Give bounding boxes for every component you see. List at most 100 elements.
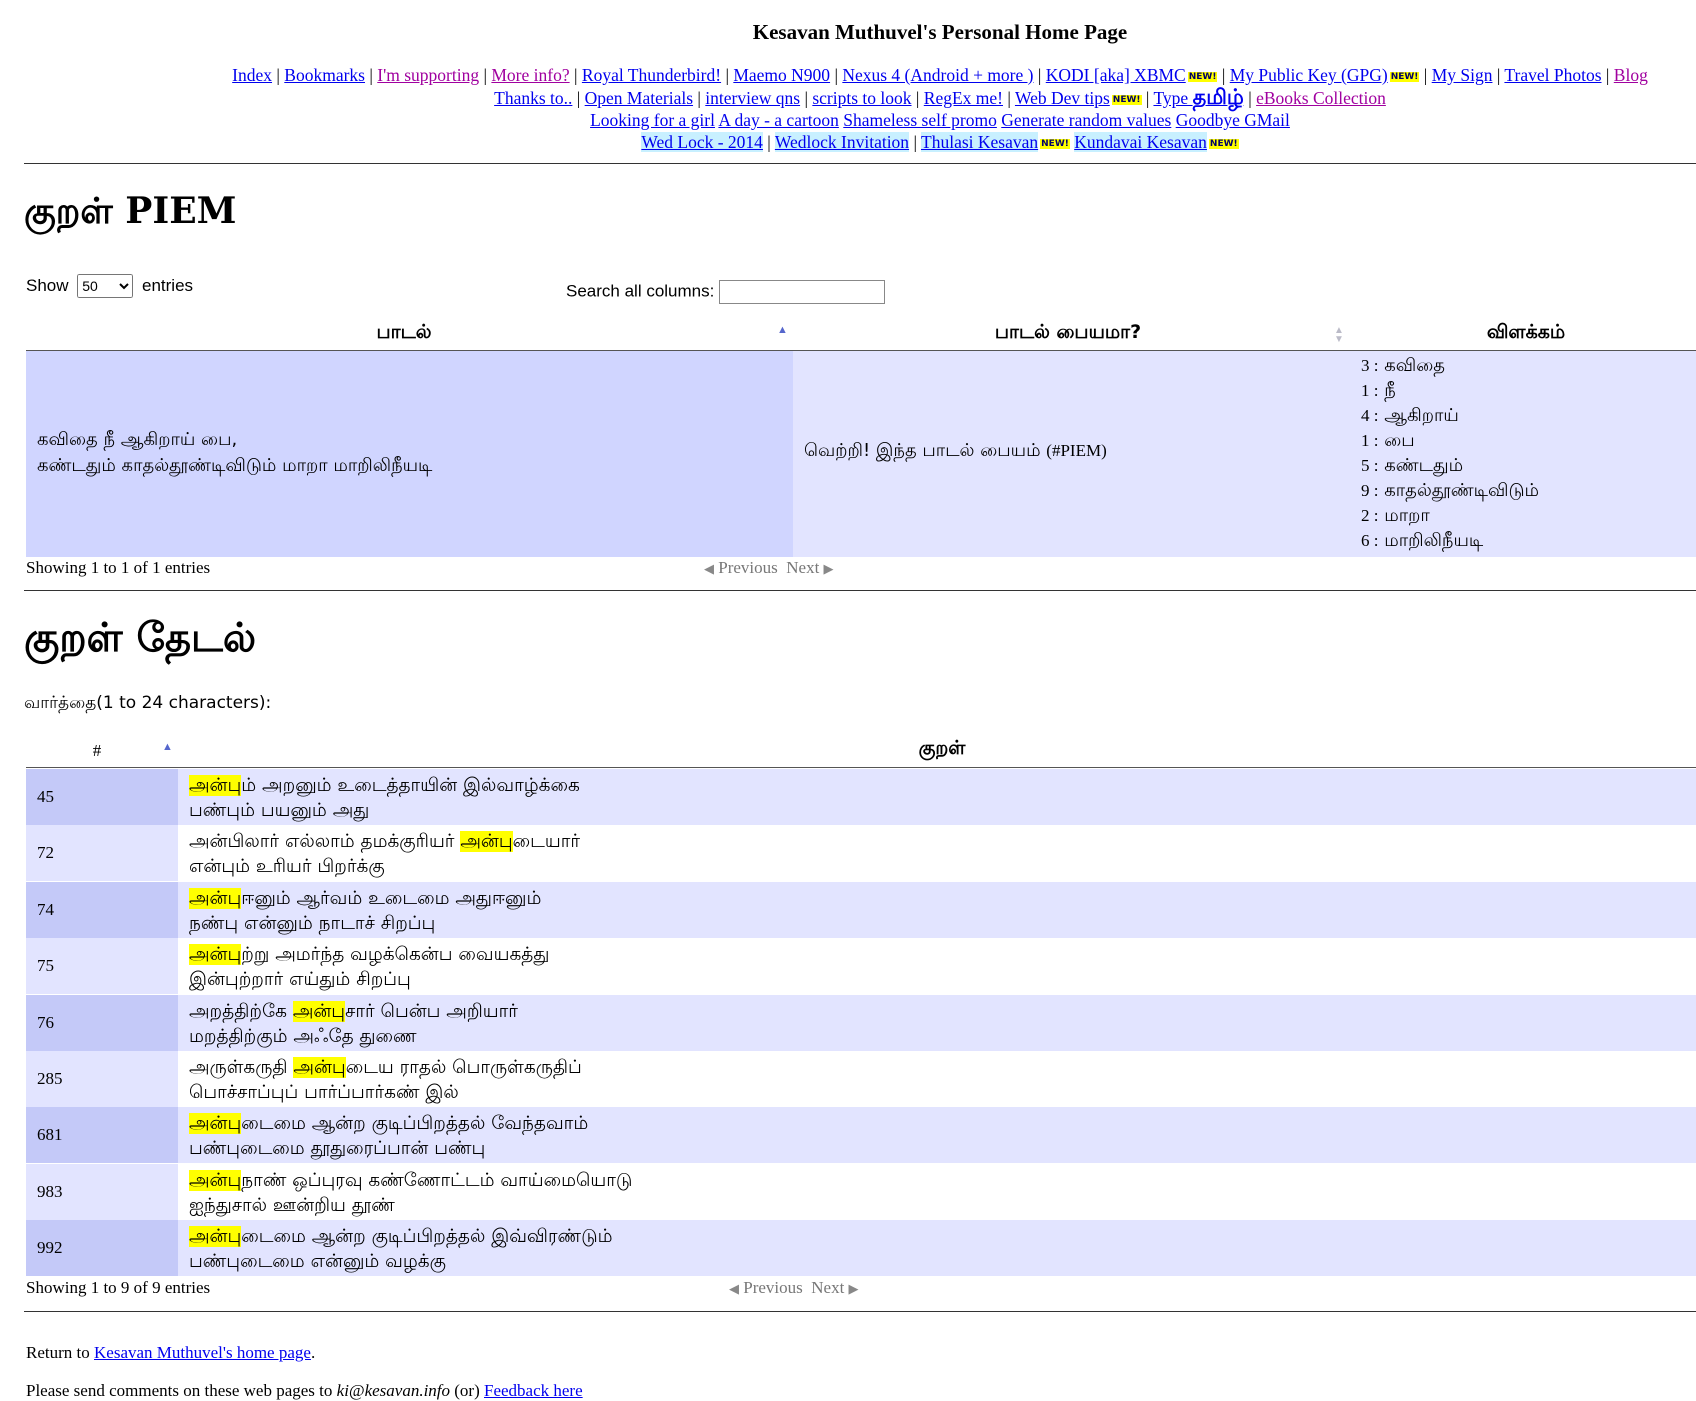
nav-cartoon-link[interactable]: A day - a cartoon <box>718 110 839 130</box>
explain-item: 2 : மாறா <box>1361 503 1696 528</box>
kural-number: 992 <box>26 1220 178 1277</box>
search-all-columns: Search all columns: <box>566 280 886 304</box>
kural-line-1: அன்புடைமை ஆன்ற குடிப்பிறத்தல் வேந்தவாம் <box>189 1113 589 1135</box>
explain-word: பை <box>1384 430 1415 451</box>
previous-arrow-icon[interactable]: ◀ <box>704 561 714 576</box>
table-row: 76 அறத்திற்கே அன்புசார் பென்ப அறியார் மறத்… <box>26 994 1696 1051</box>
piem-previous-button[interactable]: Previous <box>718 558 778 577</box>
divider <box>24 163 1696 164</box>
verse-line-1: கவிதை நீ ஆகிறாய் பை, <box>37 429 238 450</box>
nav-thunderbird-link[interactable]: Royal Thunderbird! <box>582 65 721 85</box>
sort-both-icon[interactable]: ▲ ▼ <box>1334 326 1344 345</box>
explain-item: 4 : ஆகிறாய் <box>1361 403 1696 428</box>
nav-kundavai-link[interactable]: Kundavai Kesavan <box>1074 132 1207 152</box>
kural-line-1: அன்பும் அறனும் உடைத்தாயின் இல்வாழ்க்கை <box>189 775 580 796</box>
nav-random-link[interactable]: Generate random values <box>1001 110 1171 130</box>
col-header-number[interactable]: # <box>26 741 168 761</box>
table-header-line <box>26 767 1696 768</box>
divider <box>24 590 1696 591</box>
explain-word: கண்டதும் <box>1384 455 1464 476</box>
explain-word: மாறா <box>1384 505 1430 526</box>
col-header-verse[interactable]: பாடல் <box>26 321 782 346</box>
nav-bookmarks-link[interactable]: Bookmarks <box>284 65 365 85</box>
search-highlight: அன்பு <box>189 1113 242 1135</box>
home-page-link[interactable]: Kesavan Muthuvel's home page <box>94 1343 311 1362</box>
verse-line-2: கண்டதும் காதல்தூண்டிவிடும் மாறா மாறிலிநீ… <box>37 455 433 476</box>
nav-interview-link[interactable]: interview qns <box>705 88 800 108</box>
word-label: வார்த்தை(1 to 24 characters): <box>24 693 272 713</box>
nav-scripts-link[interactable]: scripts to look <box>812 88 911 108</box>
table-row: 681 அன்புடைமை ஆன்ற குடிப்பிறத்தல் வேந்தவா… <box>26 1107 1696 1164</box>
nav-index-link[interactable]: Index <box>232 65 272 85</box>
nav-regex-link[interactable]: RegEx me! <box>924 88 1003 108</box>
nav-girl-link[interactable]: Looking for a girl <box>590 110 715 130</box>
kural-number: 45 <box>26 769 178 825</box>
kural-line-1: அன்புஈனும் ஆர்வம் உடைமை அதுஈனும் <box>189 887 542 909</box>
explain-list: 3 : கவிதை 1 : நீ 4 : ஆகிறாய் 1 : பை 5 : கண்ட… <box>1361 353 1696 553</box>
nav-row-1: Index | Bookmarks | I'm supporting | Mor… <box>232 65 1648 85</box>
page-header-title: Kesavan Muthuvel's Personal Home Page <box>752 20 1128 44</box>
sort-asc-icon[interactable]: ▲ <box>777 324 788 336</box>
kural-line-2: பண்புடைமை என்னும் வழக்கு <box>189 1251 446 1273</box>
col-header-explain[interactable]: விளக்கம் <box>1345 321 1696 346</box>
nav-nexus-link[interactable]: Nexus 4 (Android + more ) <box>842 65 1033 85</box>
nav-type-tamil-link[interactable]: Type தமிழ் <box>1153 86 1243 108</box>
kural-cell: அருள்கருதி அன்புடைய ராதல் பொருள்கருதிப் ப… <box>178 1051 1696 1107</box>
kural-cell: அன்புடைமை ஆன்ற குடிப்பிறத்தல் வேந்தவாம் ப… <box>178 1107 1696 1164</box>
explain-item: 6 : மாறிலிநீயடி <box>1361 528 1696 553</box>
nav-promo-link[interactable]: Shameless self promo <box>843 110 997 130</box>
explain-count: 6 : <box>1361 531 1379 550</box>
kural-number: 74 <box>26 881 178 938</box>
kural-line-2: பண்புடைமை தூதுரைப்பான் பண்பு <box>189 1138 486 1160</box>
nav-row-4: Wed Lock - 2014 | Wedlock Invitation | T… <box>641 132 1239 152</box>
piem-result-text: வெற்றி! இந்த பாடல் பையம் <box>804 440 1041 461</box>
explain-count: 4 : <box>1361 406 1379 425</box>
nav-travel-link[interactable]: Travel Photos <box>1504 65 1601 85</box>
nav-kodi-link[interactable]: KODI [aka] XBMC <box>1046 65 1186 85</box>
previous-arrow-icon[interactable]: ◀ <box>729 1281 739 1296</box>
kural-number: 75 <box>26 938 178 995</box>
next-arrow-icon[interactable]: ▶ <box>824 561 834 576</box>
nav-more-info-link[interactable]: More info? <box>491 65 569 85</box>
piem-heading: குறள் PIEM <box>24 190 237 232</box>
show-entries: Show 50 entries <box>26 274 193 298</box>
nav-ebooks-link[interactable]: eBooks Collection <box>1256 88 1386 108</box>
piem-result-cell: வெற்றி! இந்த பாடல் பையம் (#PIEM) <box>793 351 1345 557</box>
nav-sign-link[interactable]: My Sign <box>1432 65 1493 85</box>
col-header-is-piem[interactable]: பாடல் பையமா? <box>793 321 1343 346</box>
nav-row-2: Thanks to.. | Open Materials | interview… <box>494 85 1386 109</box>
kural-cell: அன்புஈனும் ஆர்வம் உடைமை அதுஈனும் நண்பு என… <box>178 881 1696 938</box>
nav-supporting-link[interactable]: I'm supporting <box>377 65 479 85</box>
kural-line-1: அன்புற்று அமர்ந்த வழக்கென்ப வையகத்து <box>189 944 550 966</box>
nav-invitation-link[interactable]: Wedlock Invitation <box>774 132 910 152</box>
nav-maemo-link[interactable]: Maemo N900 <box>733 65 830 85</box>
col-header-kural[interactable]: குறள் <box>178 737 1696 762</box>
piem-next-button[interactable]: Next <box>786 558 819 577</box>
search-all-columns-input[interactable] <box>719 280 886 304</box>
table-row: 72 அன்பிலார் எல்லாம் தமக்குரியர் அன்புடைய… <box>26 825 1696 882</box>
nav-gmail-link[interactable]: Goodbye GMail <box>1176 110 1290 130</box>
nav-blog-link[interactable]: Blog <box>1614 65 1648 85</box>
explain-item: 3 : கவிதை <box>1361 353 1696 378</box>
entries-select[interactable]: 50 <box>77 274 134 298</box>
kural-line-2: மறத்திற்கும் அஃதே துணை <box>189 1025 417 1047</box>
next-arrow-icon[interactable]: ▶ <box>849 1281 859 1296</box>
feedback-link[interactable]: Feedback here <box>484 1381 583 1400</box>
nav-open-materials-link[interactable]: Open Materials <box>585 88 693 108</box>
nav-thanks-link[interactable]: Thanks to.. <box>494 88 572 108</box>
search-highlight: அன்பு <box>189 944 242 966</box>
kural-previous-button[interactable]: Previous <box>743 1278 803 1297</box>
nav-gpg-link[interactable]: My Public Key (GPG) <box>1230 65 1388 85</box>
search-highlight: அன்பு <box>292 1000 346 1022</box>
nav-thulasi-link[interactable]: Thulasi Kesavan <box>921 132 1039 152</box>
explain-item: 1 : நீ <box>1361 378 1696 403</box>
search-highlight: அன்பு <box>189 775 242 796</box>
explain-word: கவிதை <box>1384 355 1445 376</box>
nav-webdev-link[interactable]: Web Dev tips <box>1015 88 1110 108</box>
kural-line-2: இன்புற்றார் எய்தும் சிறப்பு <box>189 969 411 991</box>
nav-wedlock-link[interactable]: Wed Lock - 2014 <box>641 132 763 152</box>
kural-number: 76 <box>26 994 178 1051</box>
kural-next-button[interactable]: Next <box>811 1278 844 1297</box>
kural-line-2: பொச்சாப்புப் பார்ப்பார்கண் இல் <box>189 1082 459 1103</box>
sort-asc-icon[interactable]: ▲ <box>162 741 173 753</box>
